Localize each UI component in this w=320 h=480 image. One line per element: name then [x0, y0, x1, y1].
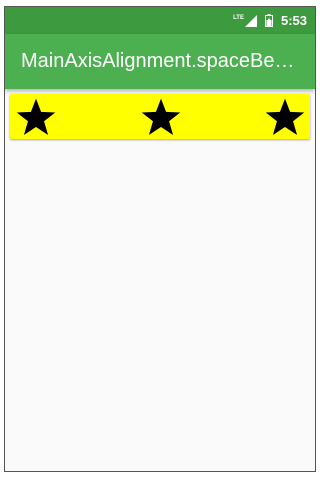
- signal-indicator: LTE: [233, 14, 257, 27]
- app-bar-title: MainAxisAlignment.spaceBet...: [21, 50, 296, 72]
- star-icon: [265, 98, 305, 135]
- status-time: 5:53: [280, 13, 307, 28]
- status-bar: LTE 5:53: [5, 7, 315, 34]
- battery-icon: [264, 14, 273, 27]
- star-row: [10, 94, 310, 139]
- app-bar: MainAxisAlignment.spaceBet...: [5, 34, 315, 89]
- cell-signal-icon: [244, 14, 257, 27]
- phone-screen: LTE 5:53 MainAxisAlignment.spaceBet...: [4, 6, 316, 472]
- star-icon: [141, 98, 180, 135]
- star-icon: [16, 98, 56, 135]
- network-type-label: LTE: [233, 14, 244, 21]
